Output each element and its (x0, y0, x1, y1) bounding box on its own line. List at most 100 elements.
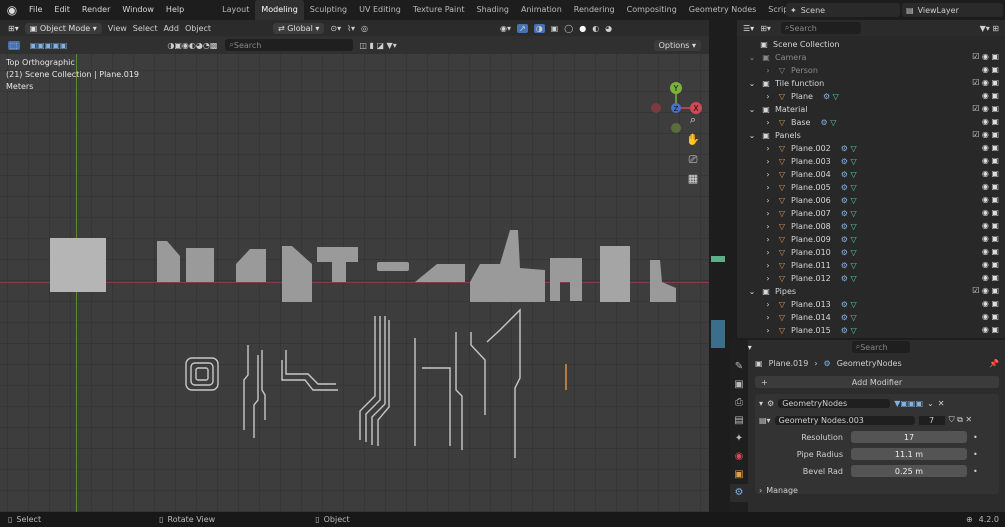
visibility-toggles[interactable]: ◉ ▣ (982, 143, 999, 152)
menu-window[interactable]: Window (116, 0, 160, 20)
visibility-toggles[interactable]: ◉ ▣ (982, 273, 999, 282)
keyframe-dot-icon[interactable]: • (973, 433, 978, 442)
properties-search[interactable]: ⌕ Search (851, 341, 910, 353)
chevron-right-icon[interactable]: › (763, 144, 773, 153)
visibility-toggles[interactable]: ☑ ◉ ▣ (972, 104, 999, 113)
scene-selector[interactable]: ✦ Scene (786, 3, 900, 17)
chevron-right-icon[interactable]: › (763, 183, 773, 192)
outliner-row[interactable]: ⌄ ▣ Pipes ☑ ◉ ▣ (737, 285, 1005, 298)
expand-icon[interactable]: ⌄ (747, 131, 757, 140)
output-icon[interactable]: ⎙ (730, 394, 748, 412)
chevron-right-icon[interactable]: › (763, 170, 773, 179)
outliner-row[interactable]: › ▽ Plane ⚙ ▽ ◉ ▣ (737, 90, 1005, 103)
modifier-toggle-icons[interactable]: ▼▣▣▣ (894, 399, 923, 408)
visibility-toggles[interactable]: ◉ ▣ (982, 182, 999, 191)
visibility-toggles[interactable]: ☑ ◉ ▣ (972, 78, 999, 87)
menu-help[interactable]: Help (160, 0, 190, 20)
render-icon[interactable]: ▣ (730, 376, 748, 394)
input-value-field[interactable]: 0.25 m (851, 465, 967, 477)
node-group-field[interactable]: Geometry Nodes.003 (774, 415, 915, 425)
chevron-right-icon[interactable]: › (763, 118, 773, 127)
view-layer-icon[interactable]: ▤ (730, 412, 748, 430)
keyframe-dot-icon[interactable]: • (973, 467, 978, 476)
blender-logo-icon[interactable]: ◉ (5, 3, 19, 17)
visibility-toggles[interactable]: ◉ ▣ (982, 260, 999, 269)
outliner-row[interactable]: › ▽ Plane.006 ⚙ ▽ ◉ ▣ (737, 194, 1005, 207)
tab-animation[interactable]: Animation (515, 0, 568, 20)
display-mode-icon[interactable]: ⊞▾ (760, 24, 771, 33)
outliner-row[interactable]: › ▽ Base ⚙ ▽ ◉ ▣ (737, 116, 1005, 129)
expand-icon[interactable] (745, 40, 755, 49)
close-icon[interactable]: ✕ (938, 399, 945, 408)
outliner-row[interactable]: › ▽ Person ◉ ▣ (737, 64, 1005, 77)
tab-shading[interactable]: Shading (470, 0, 515, 20)
tab-uv-editing[interactable]: UV Editing (353, 0, 407, 20)
view-layer-selector[interactable]: ▤ ViewLayer (902, 3, 1003, 17)
visibility-toggles[interactable]: ☑ ◉ ▣ (972, 130, 999, 139)
chevron-right-icon[interactable]: › (763, 92, 773, 101)
outliner-row[interactable]: ⌄ ▣ Panels ☑ ◉ ▣ (737, 129, 1005, 142)
expand-icon[interactable]: ⌄ (747, 287, 757, 296)
node-tree-icon[interactable]: ▤▾ (759, 416, 771, 425)
outliner-row[interactable]: ⌄ ▣ Material ☑ ◉ ▣ (737, 103, 1005, 116)
world-icon[interactable]: ◉ (730, 448, 748, 466)
outliner-row[interactable]: › ▽ Plane.015 ⚙ ▽ ◉ ▣ (737, 324, 1005, 337)
outliner-row[interactable]: › ▽ Plane.013 ⚙ ▽ ◉ ▣ (737, 298, 1005, 311)
chevron-right-icon[interactable]: › (763, 157, 773, 166)
modifier-name-field[interactable]: GeometryNodes (778, 398, 891, 408)
visibility-toggles[interactable]: ◉ ▣ (982, 234, 999, 243)
tab-sculpting[interactable]: Sculpting (304, 0, 353, 20)
expand-icon[interactable]: ⌄ (747, 79, 757, 88)
visibility-toggles[interactable]: ◉ ▣ (982, 299, 999, 308)
outliner-search[interactable]: ⌕ Search (780, 22, 861, 34)
chevron-right-icon[interactable]: › (763, 248, 773, 257)
chevron-right-icon[interactable]: › (763, 209, 773, 218)
expand-icon[interactable]: ⌄ (747, 105, 757, 114)
expand-icon[interactable]: ⌄ (747, 53, 757, 62)
outliner-row[interactable]: › ▽ Plane.008 ⚙ ▽ ◉ ▣ (737, 220, 1005, 233)
menu-render[interactable]: Render (76, 0, 116, 20)
dropdown-icon[interactable]: ⌄ (927, 399, 934, 408)
tool-icon[interactable]: ✎ (730, 358, 748, 376)
outliner-row[interactable]: › ▽ Plane.007 ⚙ ▽ ◉ ▣ (737, 207, 1005, 220)
menu-file[interactable]: File (23, 0, 48, 20)
visibility-toggles[interactable]: ◉ ▣ (982, 312, 999, 321)
chevron-right-icon[interactable]: › (763, 66, 773, 75)
chevron-right-icon[interactable]: › (763, 313, 773, 322)
outliner-row[interactable]: › ▽ Plane.010 ⚙ ▽ ◉ ▣ (737, 246, 1005, 259)
outliner-row[interactable]: › ▽ Plane.004 ⚙ ▽ ◉ ▣ (737, 168, 1005, 181)
tab-compositing[interactable]: Compositing (621, 0, 683, 20)
pin-icon[interactable]: 📌 (989, 359, 999, 368)
chevron-right-icon[interactable]: › (763, 274, 773, 283)
visibility-toggles[interactable]: ◉ ▣ (982, 169, 999, 178)
tab-rendering[interactable]: Rendering (568, 0, 621, 20)
collapse-icon[interactable]: ▾ (759, 399, 763, 408)
node-users-count[interactable]: 7 (918, 415, 945, 425)
chevron-right-icon[interactable]: › (763, 222, 773, 231)
manage-subpanel[interactable]: › Manage (759, 483, 995, 497)
outliner-row[interactable]: › ▽ Plane.009 ⚙ ▽ ◉ ▣ (737, 233, 1005, 246)
outliner-row[interactable]: › ▽ Plane.014 ⚙ ▽ ◉ ▣ (737, 311, 1005, 324)
modifier-wrench-icon[interactable]: ⚙ (730, 484, 748, 502)
add-modifier-button[interactable]: + Add Modifier (755, 376, 999, 388)
input-value-field[interactable]: 17 (851, 431, 967, 443)
chevron-right-icon[interactable]: › (763, 235, 773, 244)
object-tab-icon[interactable]: ▣ (730, 466, 748, 484)
outliner-row[interactable]: › ▽ Plane.003 ⚙ ▽ ◉ ▣ (737, 155, 1005, 168)
visibility-toggles[interactable]: ◉ ▣ (982, 325, 999, 334)
3d-viewport[interactable]: ⊞▾ ▣ Object Mode ▾ View Select Add Objec… (0, 20, 709, 512)
outliner-row[interactable]: › ▽ Plane.005 ⚙ ▽ ◉ ▣ (737, 181, 1005, 194)
visibility-toggles[interactable]: ☑ ◉ ▣ (972, 52, 999, 61)
outliner-row[interactable]: › ▽ Plane.012 ⚙ ▽ ◉ ▣ (737, 272, 1005, 285)
editor-type-icon[interactable]: ☰▾ (743, 24, 754, 33)
tab-texture-paint[interactable]: Texture Paint (407, 0, 471, 20)
tab-layout[interactable]: Layout (216, 0, 255, 20)
chevron-right-icon[interactable]: › (763, 196, 773, 205)
chevron-right-icon[interactable]: › (763, 261, 773, 270)
tab-modeling[interactable]: Modeling (255, 0, 304, 20)
visibility-toggles[interactable]: ◉ ▣ (982, 208, 999, 217)
outliner-row[interactable]: › ▽ Plane.011 ⚙ ▽ ◉ ▣ (737, 259, 1005, 272)
visibility-toggles[interactable]: ◉ ▣ (982, 195, 999, 204)
chevron-right-icon[interactable]: › (763, 326, 773, 335)
chevron-right-icon[interactable]: › (763, 300, 773, 309)
